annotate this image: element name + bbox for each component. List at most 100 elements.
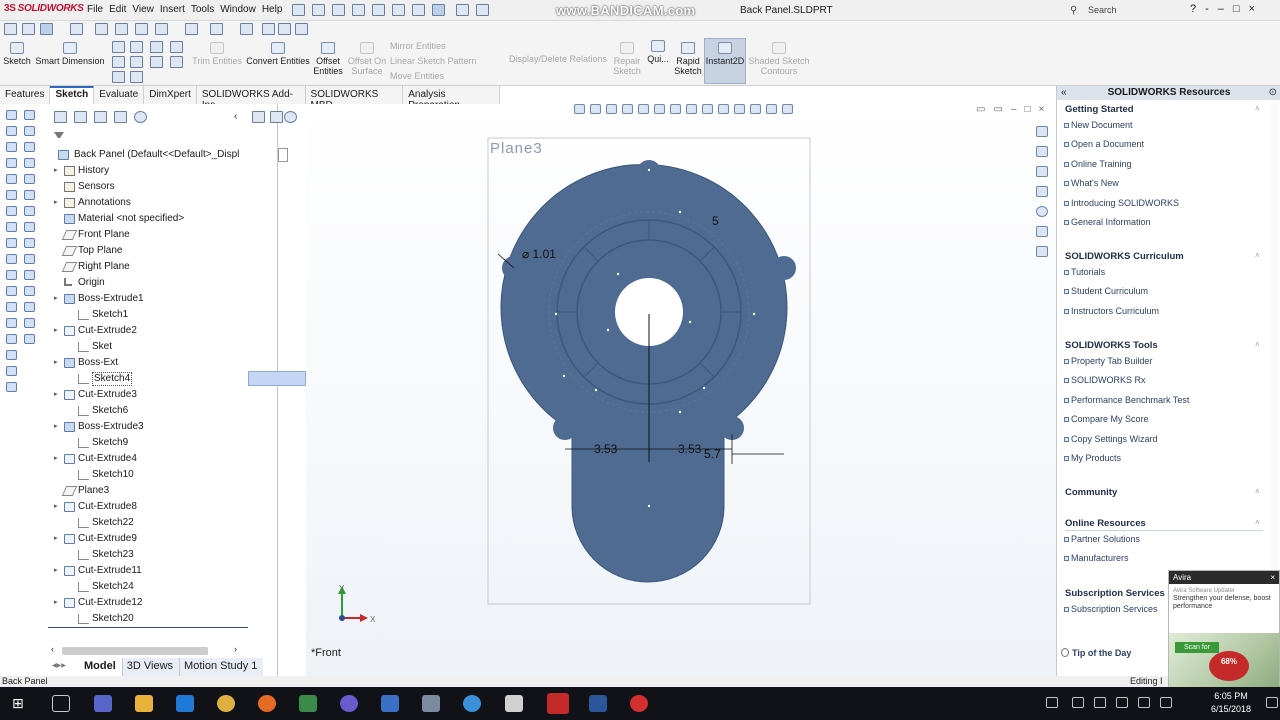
sketch-tool-icon[interactable] — [24, 286, 35, 296]
maximize-button[interactable]: □ — [1233, 3, 1240, 15]
display-manager-icon[interactable] — [134, 111, 147, 123]
tab-sketch[interactable]: Sketch — [50, 86, 95, 104]
resource-link[interactable]: SOLIDWORKS Rx — [1064, 375, 1146, 385]
sketch-tool-icon[interactable] — [6, 318, 17, 328]
app-icon[interactable] — [381, 695, 399, 712]
photos-icon[interactable] — [505, 695, 523, 712]
section-subscription-services[interactable]: Subscription Services˄ — [1065, 588, 1260, 599]
mirror-entities-button[interactable]: Mirror Entities — [390, 41, 476, 51]
expand-arrow-icon[interactable]: ▸ — [54, 164, 58, 178]
app-icon[interactable] — [340, 695, 358, 712]
linear-sketch-pattern-button[interactable]: Linear Sketch Pattern — [390, 56, 500, 66]
start-icon[interactable]: ⊞ — [12, 695, 30, 712]
shaded-sketch-contours-button[interactable]: Shaded Sketch Contours — [746, 42, 812, 76]
tab-solidworks-mbd[interactable]: SOLIDWORKS MBD — [305, 86, 404, 111]
expand-arrow-icon[interactable]: ▸ — [54, 196, 58, 210]
tip-of-the-day[interactable]: Tip of the Day — [1061, 648, 1171, 658]
rebuild-icon[interactable] — [432, 4, 445, 16]
action-center-icon[interactable] — [1266, 697, 1278, 708]
spline-icon[interactable] — [170, 41, 183, 53]
sketch-tool-icon[interactable] — [6, 382, 17, 392]
resource-link[interactable]: Introducing SOLIDWORKS — [1064, 198, 1179, 208]
slot-icon[interactable] — [130, 56, 143, 68]
sketch-button[interactable]: Sketch — [3, 42, 31, 66]
collapse-chevron-icon[interactable]: ˄ — [1255, 340, 1260, 349]
expand-arrow-icon[interactable]: ▸ — [54, 420, 58, 434]
sketch-tool-icon[interactable] — [6, 206, 17, 216]
resource-link[interactable]: My Products — [1064, 453, 1121, 463]
sketch-tool-icon[interactable] — [6, 126, 17, 136]
menu-help[interactable]: Help — [259, 4, 286, 15]
print-icon[interactable] — [352, 4, 365, 16]
sketch-tool-icon[interactable] — [6, 350, 17, 360]
firefox-icon[interactable] — [258, 695, 276, 712]
toolbar-icon[interactable] — [278, 23, 291, 35]
discord-icon[interactable] — [94, 695, 112, 712]
sketch-tool-icon[interactable] — [6, 334, 17, 344]
scroll-right-icon[interactable]: › — [234, 644, 237, 654]
options-icon[interactable] — [476, 4, 489, 16]
collapse-chevron-icon[interactable]: ˄ — [1255, 487, 1260, 496]
section-online-resources[interactable]: Online Resources ˄ — [1065, 518, 1263, 531]
sketch-tool-icon[interactable] — [24, 174, 35, 184]
solidworks-taskbar-icon[interactable] — [547, 693, 569, 714]
help-dropdown[interactable]: - — [1205, 3, 1209, 15]
redo-icon[interactable] — [392, 4, 405, 16]
toolbar-icon[interactable] — [240, 23, 253, 35]
open-icon[interactable] — [312, 4, 325, 16]
filter-icon[interactable] — [252, 111, 265, 123]
undo-icon[interactable] — [372, 4, 385, 16]
file-properties-icon[interactable] — [456, 4, 469, 16]
configuration-manager-icon[interactable] — [94, 111, 107, 123]
edge-icon[interactable] — [176, 695, 194, 712]
move-entities-button[interactable]: Move Entities — [390, 71, 470, 81]
expand-arrow-icon[interactable]: ▸ — [54, 292, 58, 306]
sketch-tool-icon[interactable] — [24, 270, 35, 280]
repair-sketch-button[interactable]: Repair Sketch — [610, 42, 644, 76]
sketch-tool-icon[interactable] — [24, 126, 35, 136]
tab-scroll-arrows[interactable]: ◀▶▶ — [48, 658, 80, 676]
sketch-tool-icon[interactable] — [6, 174, 17, 184]
minimize-button[interactable]: – — [1218, 3, 1224, 15]
tab-solidworks-addins[interactable]: SOLIDWORKS Add-Ins — [196, 86, 306, 111]
toolbar-icon[interactable] — [22, 23, 35, 35]
filter-icon[interactable] — [54, 132, 64, 140]
tab-evaluate[interactable]: Evaluate — [94, 86, 145, 104]
resource-link[interactable]: Performance Benchmark Test — [1064, 395, 1189, 405]
part-body[interactable] — [497, 160, 796, 583]
app-icon[interactable] — [299, 695, 317, 712]
expand-arrow-icon[interactable]: ▸ — [54, 564, 58, 578]
tree-scrollbar[interactable]: ‹ › — [48, 644, 240, 656]
toolbar-icon[interactable] — [155, 23, 168, 35]
tree-options-icon[interactable] — [270, 111, 283, 123]
sketch-tool-icon[interactable] — [24, 190, 35, 200]
resource-link[interactable]: Open a Document — [1064, 139, 1144, 149]
sketch-tool-icon[interactable] — [24, 238, 35, 248]
tab-3d-views[interactable]: 3D Views — [121, 658, 180, 676]
sketch-tool-icon[interactable] — [6, 286, 17, 296]
resource-link[interactable]: What's New — [1064, 178, 1119, 188]
property-manager-icon[interactable] — [74, 111, 87, 123]
toolbar-icon[interactable] — [70, 23, 83, 35]
sketch-tool-icon[interactable] — [6, 238, 17, 248]
resource-link[interactable]: General Information — [1064, 217, 1151, 227]
bandicam-icon[interactable] — [630, 695, 648, 712]
line-icon[interactable] — [112, 41, 125, 53]
tray-overflow-icon[interactable] — [1072, 697, 1084, 708]
resource-link[interactable]: Property Tab Builder — [1064, 356, 1152, 366]
arc-icon[interactable] — [150, 41, 163, 53]
trim-entities-button[interactable]: Trim Entities — [190, 42, 244, 66]
scroll-thumb[interactable] — [62, 647, 208, 655]
collapse-icon[interactable]: « — [1061, 86, 1067, 100]
polygon-icon[interactable] — [150, 56, 163, 68]
offset-dimension[interactable]: 5.7 — [704, 447, 721, 461]
toolbar-icon[interactable] — [295, 23, 308, 35]
expand-arrow-icon[interactable]: ▸ — [54, 388, 58, 402]
expand-arrow-icon[interactable]: ▸ — [54, 596, 58, 610]
expand-arrow-icon[interactable]: ▸ — [54, 500, 58, 514]
pin-icon[interactable]: ⊙ — [1269, 86, 1277, 100]
network-icon[interactable] — [1094, 697, 1106, 708]
resource-link[interactable]: Tutorials — [1064, 267, 1105, 277]
offset-on-surface-button[interactable]: Offset On Surface — [344, 42, 390, 76]
scroll-left-icon[interactable]: ‹ — [51, 644, 54, 654]
